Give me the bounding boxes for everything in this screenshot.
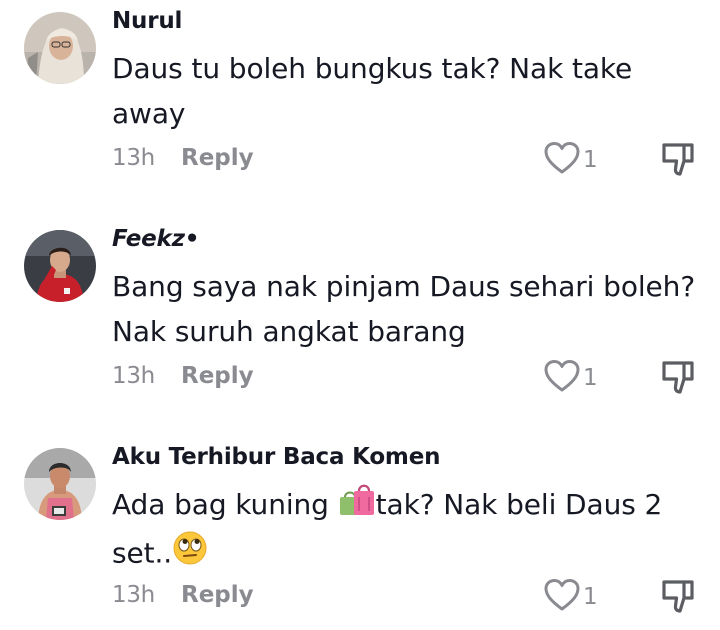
comment-text-segment: tak? Nak beli Daus 2 [375, 488, 663, 521]
dislike-button[interactable] [660, 359, 696, 399]
comment-text-line: Daus tu boleh bungkus tak? Nak take [112, 52, 633, 85]
heart-outline-icon [543, 141, 581, 179]
comment-timestamp: 13h [112, 363, 155, 389]
reply-button[interactable]: Reply [181, 582, 254, 608]
heart-outline-icon [543, 359, 581, 397]
thumbs-down-icon [660, 361, 696, 399]
comment-text-line: set.. [112, 530, 702, 579]
username[interactable]: Feekz• [112, 226, 200, 252]
comment-text: Daus tu boleh bungkus tak? Nak take away [112, 46, 702, 136]
comment-text: Bang saya nak pinjam Daus sehari boleh? … [112, 264, 702, 354]
comment-text: Ada bag kuning tak? Nak beli Daus 2 set.… [112, 482, 702, 579]
username[interactable]: Aku Terhibur Baca Komen [112, 444, 440, 470]
thumbs-down-icon [660, 580, 696, 618]
reply-button[interactable]: Reply [181, 145, 254, 171]
comment-text-line: away [112, 97, 186, 130]
dislike-button[interactable] [660, 578, 696, 618]
comment-text-segment: Ada bag kuning [112, 488, 338, 521]
avatar[interactable] [24, 448, 96, 520]
like-count: 1 [583, 365, 598, 391]
like-count: 1 [583, 147, 598, 173]
reply-button[interactable]: Reply [181, 363, 254, 389]
shopping-bags-emoji [338, 483, 376, 530]
thumbs-down-icon [660, 143, 696, 181]
comment-text-line: Ada bag kuning tak? Nak beli Daus 2 [112, 482, 702, 530]
like-button[interactable]: 1 [543, 141, 598, 179]
avatar[interactable] [24, 12, 96, 84]
comment-text-line: Nak suruh angkat barang [112, 315, 466, 348]
comment-text-line: Bang saya nak pinjam Daus sehari boleh? [112, 270, 696, 303]
face-with-rolling-eyes-emoji [172, 530, 208, 579]
dislike-button[interactable] [660, 141, 696, 181]
comment-text-segment: set.. [112, 536, 173, 569]
comment-timestamp: 13h [112, 582, 155, 608]
like-count: 1 [583, 584, 598, 610]
comment-timestamp: 13h [112, 145, 155, 171]
username[interactable]: Nurul [112, 8, 182, 34]
avatar[interactable] [24, 230, 96, 302]
like-button[interactable]: 1 [543, 359, 598, 397]
like-button[interactable]: 1 [543, 578, 598, 616]
heart-outline-icon [543, 578, 581, 616]
